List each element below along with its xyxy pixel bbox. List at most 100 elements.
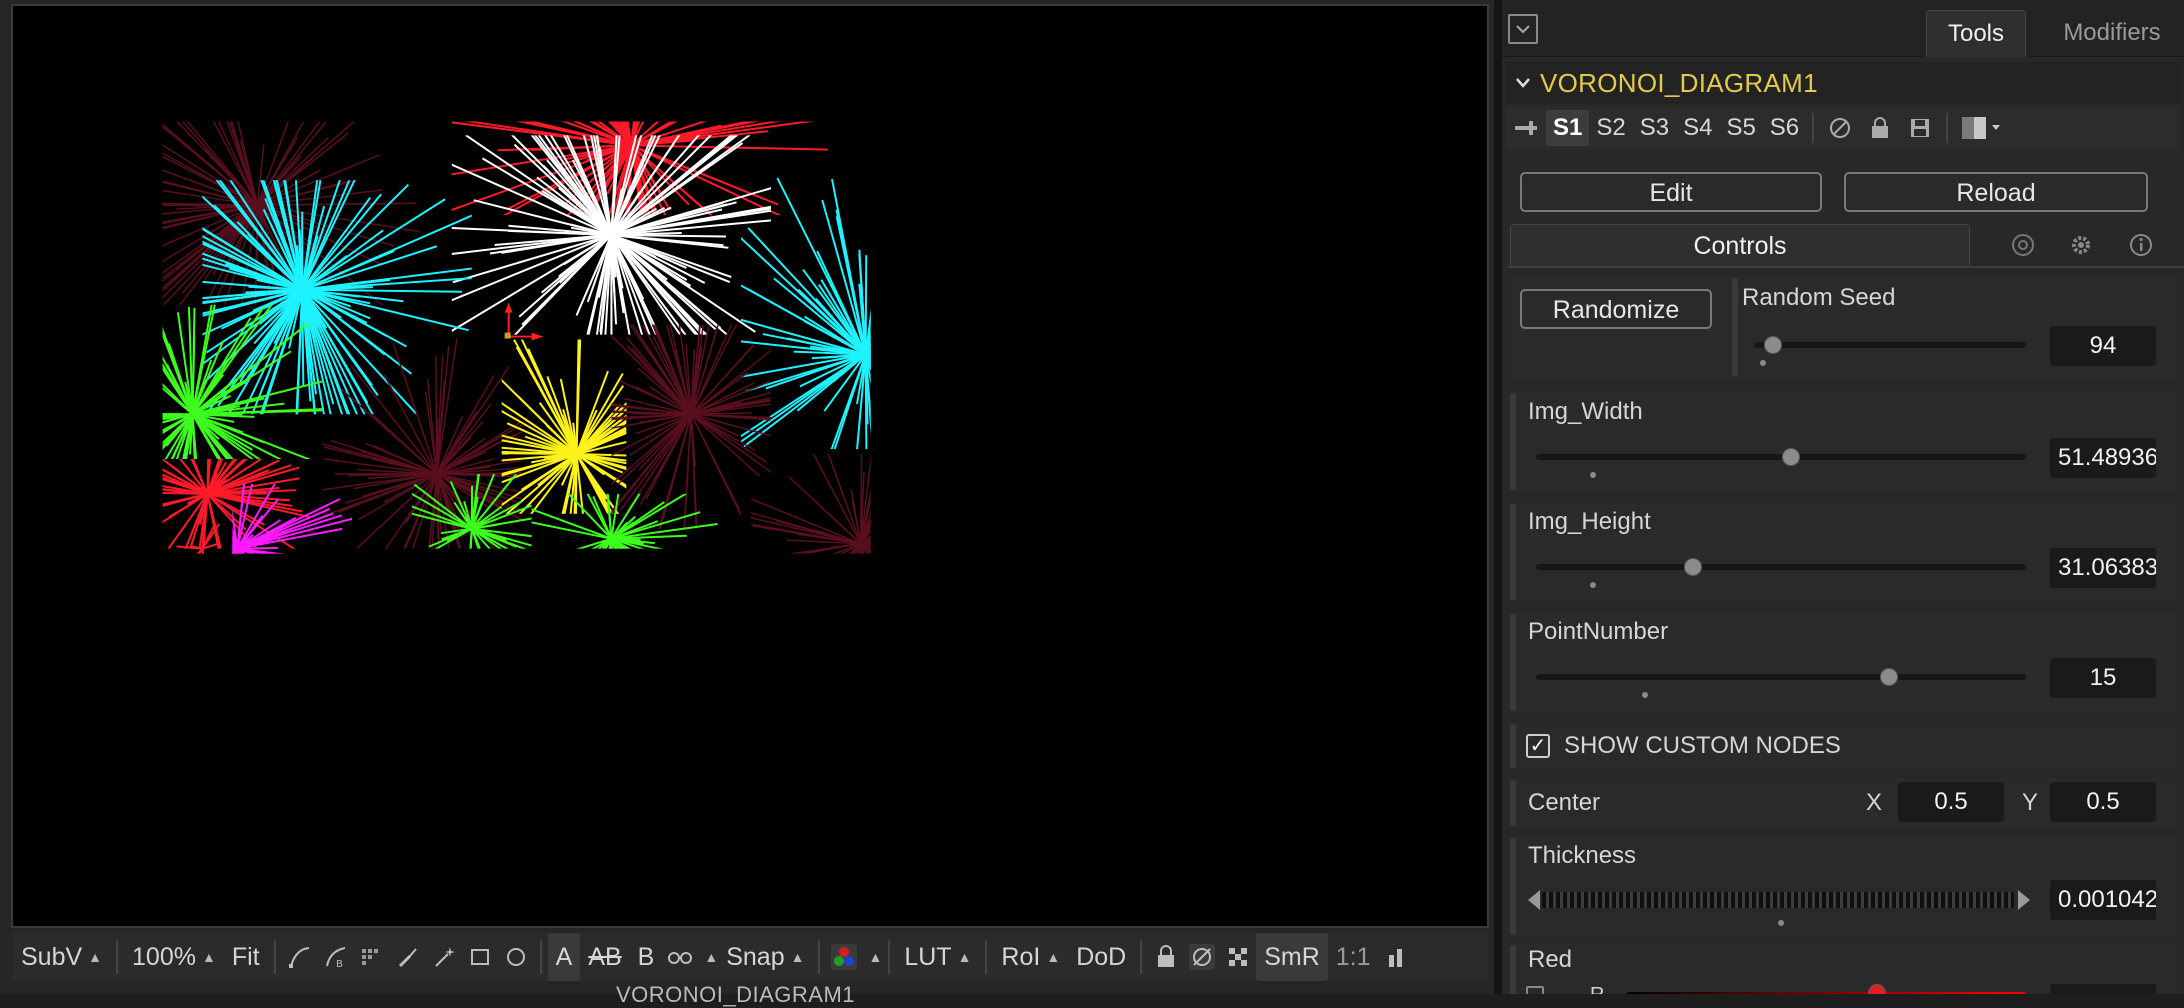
tab-tools[interactable]: Tools <box>1926 10 2026 57</box>
random-seed-slider-knob[interactable] <box>1764 336 1782 354</box>
color-picker-icon[interactable] <box>1526 986 1544 994</box>
burst-ray <box>87 310 193 415</box>
burst-ray <box>866 354 1027 443</box>
burst-ray <box>156 549 237 617</box>
bitmap-mask-icon[interactable] <box>359 944 385 970</box>
fit-button[interactable]: Fit <box>224 933 268 981</box>
burst-ray <box>861 455 912 544</box>
checkerboard-icon[interactable] <box>1225 944 1251 970</box>
burst-ray <box>866 354 987 390</box>
color-swatch-icon[interactable] <box>1960 114 2004 142</box>
viewer-image-area[interactable] <box>11 4 1489 928</box>
save-icon[interactable] <box>1906 114 1934 142</box>
toolbar-divider <box>985 940 987 974</box>
burst-ray <box>691 414 800 493</box>
point-number-value[interactable]: 15 <box>2050 658 2156 698</box>
img-width-slider-knob[interactable] <box>1782 448 1800 466</box>
burst-ray <box>866 284 903 354</box>
proxy-toggle-icon[interactable] <box>1189 944 1215 970</box>
slot-s2[interactable]: S2 <box>1589 110 1632 146</box>
roi-dropdown[interactable]: RoI ▲ <box>993 933 1068 981</box>
thickness-jog-wheel[interactable] <box>1542 892 2014 908</box>
bypass-icon[interactable] <box>1826 114 1854 142</box>
img-height-label: Img_Height <box>1528 508 1651 536</box>
subview-dropdown[interactable]: SubV ▲ <box>13 933 110 981</box>
red-value[interactable]: 1.0 <box>2050 984 2156 994</box>
random-seed-value[interactable]: 94 <box>2050 326 2156 366</box>
burst-ray <box>861 544 885 679</box>
burst-ray <box>866 306 941 355</box>
red-slider-knob[interactable] <box>1868 984 1886 994</box>
reload-button[interactable]: Reload <box>1844 172 2148 212</box>
show-custom-nodes-checkbox[interactable]: ✓ <box>1526 734 1550 758</box>
ratio-button[interactable]: 1:1 <box>1328 933 1379 981</box>
center-row: Center X 0.5 Y 0.5 <box>1506 778 2182 828</box>
point-number-slider-knob[interactable] <box>1880 668 1898 686</box>
edit-button[interactable]: Edit <box>1520 172 1822 212</box>
center-x-value[interactable]: 0.5 <box>1898 782 2004 822</box>
random-seed-slider[interactable] <box>1754 342 2026 348</box>
slot-s3[interactable]: S3 <box>1633 110 1676 146</box>
gear-icon[interactable] <box>2066 230 2096 260</box>
zoom-dropdown[interactable]: 100% ▲ <box>124 933 224 981</box>
ellipse-mask-icon[interactable] <box>503 944 529 970</box>
panel-splitter[interactable] <box>1494 0 1502 994</box>
randomize-button[interactable]: Randomize <box>1520 289 1712 329</box>
lock-icon[interactable] <box>1153 944 1179 970</box>
tab-controls[interactable]: Controls <box>1510 224 1970 266</box>
stereo-glasses-icon[interactable] <box>667 944 693 970</box>
thickness-increment-icon[interactable] <box>2018 890 2030 910</box>
burst-ray <box>866 354 928 386</box>
toolbar-divider <box>818 940 820 974</box>
lock-icon[interactable] <box>1866 114 1894 142</box>
img-height-slider[interactable] <box>1536 564 2026 570</box>
info-icon[interactable] <box>2126 230 2156 260</box>
lut-dropdown[interactable]: LUT ▲ <box>896 933 979 981</box>
burst-ray <box>866 291 959 355</box>
magic-wand-icon[interactable] <box>431 944 457 970</box>
thickness-decrement-icon[interactable] <box>1528 890 1540 910</box>
b-buffer-button[interactable]: B <box>630 933 663 981</box>
pin-icon[interactable] <box>1512 114 1540 142</box>
controls-tabbar: Controls <box>1508 224 2184 268</box>
tab-modifiers[interactable]: Modifiers <box>2042 10 2182 56</box>
burst-ray <box>866 354 951 511</box>
thickness-value[interactable]: 0.001042 <box>2050 880 2156 920</box>
bspline-mask-icon[interactable]: B <box>323 944 349 970</box>
burst-ray <box>611 235 731 364</box>
smr-button[interactable]: SmR <box>1256 933 1328 981</box>
img-height-slider-knob[interactable] <box>1684 558 1702 576</box>
img-width-value[interactable]: 51.48936 <box>2050 438 2156 478</box>
slot-s1[interactable]: S1 <box>1546 110 1589 146</box>
snap-dropdown[interactable]: Snap ▲ <box>718 933 812 981</box>
caret-up-icon[interactable]: ▲ <box>704 949 718 965</box>
chevron-down-icon[interactable] <box>1506 70 1540 96</box>
ab-compare-button[interactable]: AB <box>580 933 629 981</box>
slot-s5[interactable]: S5 <box>1719 110 1762 146</box>
burst-ray <box>331 474 437 513</box>
point-number-slider[interactable] <box>1536 674 2026 680</box>
burst-ray <box>543 539 611 616</box>
caret-up-icon: ▲ <box>1046 949 1060 965</box>
red-row: Red R 1.0 <box>1506 944 2182 994</box>
caret-up-icon[interactable]: ▲ <box>868 949 882 965</box>
slot-s4[interactable]: S4 <box>1676 110 1719 146</box>
img-width-label: Img_Width <box>1528 398 1643 426</box>
slot-s6[interactable]: S6 <box>1763 110 1806 146</box>
toolbar-divider <box>1140 940 1142 974</box>
dod-button[interactable]: DoD <box>1068 933 1134 981</box>
rectangle-mask-icon[interactable] <box>467 944 493 970</box>
center-y-value[interactable]: 0.5 <box>2050 782 2156 822</box>
collapse-icon[interactable] <box>1508 14 1538 44</box>
color-channels-icon[interactable] <box>831 944 857 970</box>
paint-brush-icon[interactable] <box>395 944 421 970</box>
polyline-mask-icon[interactable] <box>287 944 313 970</box>
thickness-row: Thickness 0.001042 <box>1506 836 2182 936</box>
modifiers-chain-icon[interactable] <box>2008 230 2038 260</box>
a-buffer-button[interactable]: A <box>548 933 581 981</box>
burst-ray <box>866 212 912 354</box>
histogram-icon[interactable] <box>1384 944 1410 970</box>
burst-ray <box>569 235 611 412</box>
img-height-value[interactable]: 31.06383 <box>2050 548 2156 588</box>
tool-header[interactable]: VORONOI_DIAGRAM1 <box>1506 62 2180 104</box>
